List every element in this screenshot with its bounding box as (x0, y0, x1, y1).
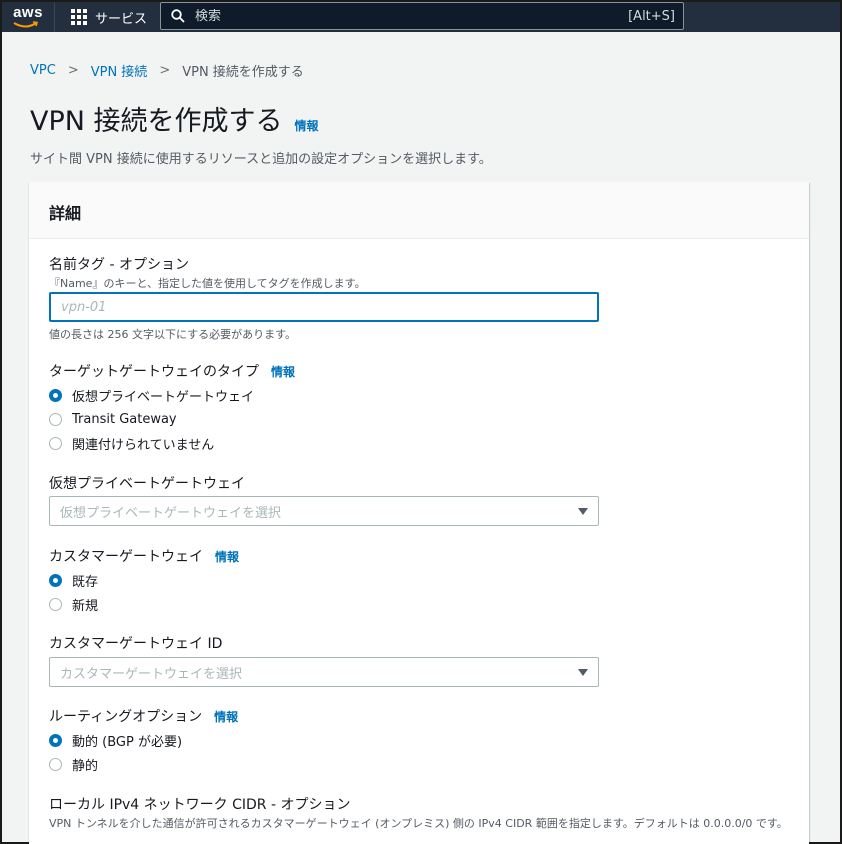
customer-gateway-id-placeholder: カスタマーゲートウェイを選択 (60, 666, 243, 682)
local-ipv4-cidr-label: ローカル IPv4 ネットワーク CIDR - オプション (49, 797, 351, 813)
customer-gateway-info-link[interactable]: 情報 (215, 548, 239, 565)
radio-unselected-icon (49, 597, 62, 611)
name-tag-description: 『Name』のキーと、指定した値を使用してタグを作成します。 (49, 277, 366, 290)
chevron-right-icon: > (67, 63, 79, 78)
breadcrumb-vpn-connections-link[interactable]: VPN 接続 (91, 61, 148, 80)
routing-options-label: ルーティングオプション 情報 (49, 706, 238, 726)
details-panel: 詳細 名前タグ - オプション 『Name』のキーと、指定した値を使用してタグを… (29, 182, 809, 844)
radio-label: 動的 (BGP が必要) (72, 734, 183, 750)
radio-unselected-icon (49, 412, 62, 426)
breadcrumb-vpc-link[interactable]: VPC (30, 63, 56, 78)
radio-dynamic-bgp[interactable]: 動的 (BGP が必要) (49, 728, 238, 752)
radio-label: 静的 (72, 758, 99, 774)
search-bar[interactable]: [Alt+S] (160, 2, 684, 30)
customer-gateway-label-text: カスタマーゲートウェイ (49, 549, 203, 565)
aws-logo[interactable]: aws (2, 2, 54, 32)
radio-selected-icon (49, 733, 62, 747)
page-description: サイト間 VPN 接続に使用するリソースと追加の設定オプションを選択します。 (30, 152, 492, 167)
details-panel-header: 詳細 (29, 182, 809, 239)
radio-label: 仮想プライベートゲートウェイ (72, 389, 255, 405)
name-tag-input[interactable] (49, 292, 599, 322)
customer-gateway-label: カスタマーゲートウェイ 情報 (49, 546, 239, 566)
routing-options-group: ルーティングオプション 情報 動的 (BGP が必要) 静的 (49, 706, 238, 776)
page-title-text: VPN 接続を作成する (30, 106, 283, 137)
radio-unselected-icon (49, 757, 62, 771)
page-title: VPN 接続を作成する 情報 (30, 99, 319, 138)
radio-selected-icon (49, 388, 62, 402)
virtual-private-gateway-label: 仮想プライベートゲートウェイ (49, 476, 245, 492)
aws-smile-icon (13, 21, 39, 28)
breadcrumb-current: VPN 接続を作成する (182, 65, 304, 80)
name-tag-label: 名前タグ - オプション (49, 257, 189, 273)
radio-label: 新規 (72, 598, 99, 614)
target-gateway-type-label: ターゲットゲートウェイのタイプ 情報 (49, 361, 295, 381)
radio-new[interactable]: 新規 (49, 592, 239, 616)
radio-virtual-private-gateway[interactable]: 仮想プライベートゲートウェイ (49, 383, 295, 407)
caret-down-icon (578, 668, 588, 676)
search-shortcut-hint: [Alt+S] (628, 8, 675, 24)
caret-down-icon (578, 507, 588, 515)
local-ipv4-cidr-field: ローカル IPv4 ネットワーク CIDR - オプション VPN トンネルを介… (49, 794, 794, 831)
topbar-right-area (692, 2, 840, 32)
search-input[interactable] (195, 8, 629, 24)
customer-gateway-id-select[interactable]: カスタマーゲートウェイを選択 (49, 657, 599, 687)
target-gateway-type-info-link[interactable]: 情報 (271, 363, 295, 380)
radio-existing[interactable]: 既存 (49, 568, 239, 592)
chevron-right-icon: > (159, 63, 171, 78)
services-label: サービス (95, 11, 148, 27)
name-tag-field: 名前タグ - オプション 『Name』のキーと、指定した値を使用してタグを作成し… (49, 254, 366, 291)
radio-transit-gateway[interactable]: Transit Gateway (49, 407, 295, 431)
search-icon (171, 9, 185, 23)
page-info-link[interactable]: 情報 (295, 117, 319, 134)
virtual-private-gateway-select[interactable]: 仮想プライベートゲートウェイを選択 (49, 496, 599, 526)
customer-gateway-id-label: カスタマーゲートウェイ ID (49, 636, 223, 652)
radio-label: Transit Gateway (72, 411, 177, 427)
target-gateway-type-group: ターゲットゲートウェイのタイプ 情報 仮想プライベートゲートウェイ Transi… (49, 361, 295, 455)
breadcrumb: VPC > VPN 接続 > VPN 接続を作成する (30, 61, 304, 80)
top-navigation-bar: aws サービス [Alt+S] (2, 2, 840, 32)
details-panel-title: 詳細 (49, 204, 82, 223)
customer-gateway-group: カスタマーゲートウェイ 情報 既存 新規 (49, 546, 239, 616)
routing-options-info-link[interactable]: 情報 (214, 708, 238, 725)
radio-label: 既存 (72, 574, 99, 590)
aws-logo-text: aws (13, 4, 43, 21)
target-gateway-type-label-text: ターゲットゲートウェイのタイプ (49, 364, 259, 380)
services-menu-button[interactable]: サービス (54, 2, 159, 32)
radio-selected-icon (49, 573, 62, 587)
virtual-private-gateway-placeholder: 仮想プライベートゲートウェイを選択 (60, 505, 282, 521)
name-tag-constraint: 値の長さは 256 文字以下にする必要があります。 (49, 328, 296, 341)
radio-label: 関連付けられていません (72, 437, 215, 453)
radio-static[interactable]: 静的 (49, 752, 238, 776)
routing-options-label-text: ルーティングオプション (49, 709, 203, 725)
radio-not-associated[interactable]: 関連付けられていません (49, 431, 295, 455)
grid-icon (71, 9, 87, 25)
radio-unselected-icon (49, 436, 62, 450)
local-ipv4-cidr-description: VPN トンネルを介した通信が許可されるカスタマーゲートウェイ (オンプレミス)… (49, 817, 788, 830)
